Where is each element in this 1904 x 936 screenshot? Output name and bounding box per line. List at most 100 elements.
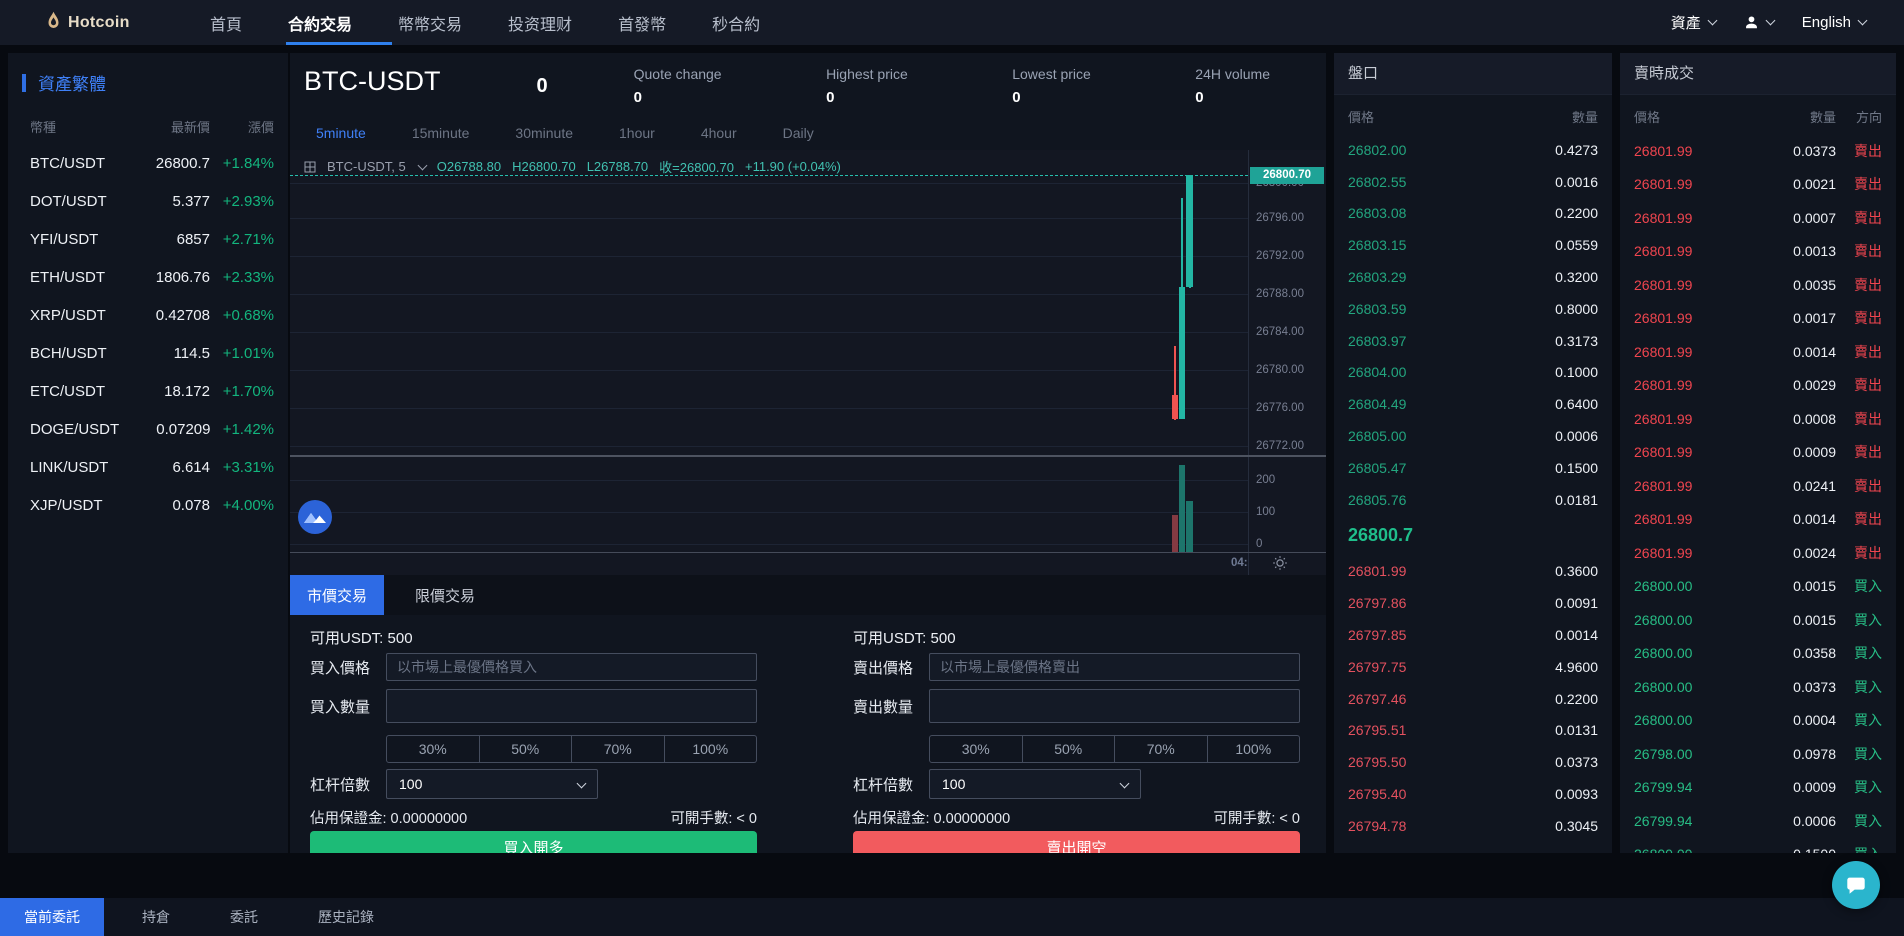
order-type-tab-0[interactable]: 市價交易 <box>290 575 384 615</box>
bid-price: 26795.51 <box>1348 722 1406 738</box>
trade-price: 26801.99 <box>1634 243 1744 259</box>
watchlist-row[interactable]: BTC/USDT26800.7+1.84% <box>8 144 288 182</box>
orderbook-ask-row[interactable]: 26804.490.6400 <box>1334 388 1612 420</box>
bottom-tab-1[interactable]: 持倉 <box>120 898 192 936</box>
sell-amount-input[interactable] <box>929 689 1300 723</box>
orderbook-ask-row[interactable]: 26803.290.3200 <box>1334 261 1612 293</box>
candlestick-chart[interactable]: BTC-USDT, 5 O26788.80 H26800.70 L26788.7… <box>290 150 1326 575</box>
timeframe-tab-30minute[interactable]: 30minute <box>515 125 573 153</box>
chat-support-button[interactable] <box>1832 861 1880 909</box>
trade-row: 26801.990.0014賣出 <box>1620 503 1896 537</box>
bottom-tab-2[interactable]: 委託 <box>208 898 280 936</box>
sell-price-input[interactable] <box>929 653 1300 681</box>
nav-item-0[interactable]: 首頁 <box>210 0 242 45</box>
sell-percent-30%[interactable]: 30% <box>929 735 1023 763</box>
buy-leverage-select[interactable]: 100 <box>386 769 598 799</box>
gridline <box>290 218 1248 219</box>
orderbook-bid-row[interactable]: 26797.754.9600 <box>1334 651 1612 683</box>
orderbook-ask-row[interactable]: 26805.000.0006 <box>1334 420 1612 452</box>
nav-item-4[interactable]: 首發幣 <box>618 0 666 45</box>
sell-percent-100%[interactable]: 100% <box>1208 735 1301 763</box>
trade-price: 26800.00 <box>1634 578 1744 594</box>
watchlist-row[interactable]: XRP/USDT0.42708+0.68% <box>8 296 288 334</box>
user-menu[interactable] <box>1744 15 1774 30</box>
chevron-down-icon <box>1707 16 1717 26</box>
sell-percent-70%[interactable]: 70% <box>1115 735 1208 763</box>
trade-price: 26800.00 <box>1634 712 1744 728</box>
orderbook-ask-row[interactable]: 26803.080.2200 <box>1334 198 1612 230</box>
buy-percent-30%[interactable]: 30% <box>386 735 480 763</box>
orderbook-bid-row[interactable]: 26795.510.0131 <box>1334 715 1612 747</box>
watchlist-row[interactable]: BCH/USDT114.5+1.01% <box>8 334 288 372</box>
nav-item-3[interactable]: 投资理财 <box>508 0 572 45</box>
watchlist-row[interactable]: DOGE/USDT0.07209+1.42% <box>8 410 288 448</box>
nav-item-1[interactable]: 合約交易 <box>288 0 352 45</box>
buy-submit-button[interactable]: 買入開多 <box>310 831 757 853</box>
timeframe-tab-1hour[interactable]: 1hour <box>619 125 655 153</box>
language-menu[interactable]: English <box>1802 14 1866 31</box>
orderbook-bid-row[interactable]: 26794.770.1500 <box>1334 842 1612 853</box>
timeframe-tab-5minute[interactable]: 5minute <box>316 125 366 153</box>
ohlc-symbol[interactable]: BTC-USDT, 5 <box>327 159 406 174</box>
buy-price-input[interactable] <box>386 653 757 681</box>
watchlist-row[interactable]: YFI/USDT6857+2.71% <box>8 220 288 258</box>
chart-settings-gear-icon[interactable] <box>1272 555 1288 575</box>
orderbook-ask-row[interactable]: 26802.000.4273 <box>1334 134 1612 166</box>
sell-percent-50%[interactable]: 50% <box>1023 735 1116 763</box>
orderbook-bid-row[interactable]: 26794.780.3045 <box>1334 810 1612 842</box>
pair-name: BCH/USDT <box>30 345 118 362</box>
bottom-tab-0[interactable]: 當前委託 <box>0 898 104 936</box>
timeframe-tab-Daily[interactable]: Daily <box>783 125 814 153</box>
pair-price: 26800.7 <box>118 155 210 172</box>
orderbook-bid-row[interactable]: 26801.990.3600 <box>1334 556 1612 588</box>
orderbook-ask-row[interactable]: 26805.760.0181 <box>1334 484 1612 516</box>
brand-logo[interactable]: Hotcoin <box>46 11 196 35</box>
sell-submit-button[interactable]: 賣出開空 <box>853 831 1300 853</box>
watchlist-row[interactable]: LINK/USDT6.614+3.31% <box>8 448 288 486</box>
orderbook-ask-row[interactable]: 26805.470.1500 <box>1334 452 1612 484</box>
timeframe-tab-4hour[interactable]: 4hour <box>701 125 737 153</box>
watchlist-row[interactable]: ETH/USDT1806.76+2.33% <box>8 258 288 296</box>
buy-percent-100%[interactable]: 100% <box>665 735 758 763</box>
pane-separator[interactable] <box>290 455 1326 457</box>
watchlist-row[interactable]: ETC/USDT18.172+1.70% <box>8 372 288 410</box>
watchlist-row[interactable]: DOT/USDT5.377+2.93% <box>8 182 288 220</box>
squared-plus-icon[interactable] <box>304 161 316 173</box>
hotcoin-flame-icon <box>46 11 61 35</box>
bottom-tab-3[interactable]: 歷史記錄 <box>296 898 396 936</box>
buy-percent-70%[interactable]: 70% <box>572 735 665 763</box>
ask-price: 26803.29 <box>1348 269 1406 285</box>
orderbook-ask-row[interactable]: 26803.590.8000 <box>1334 293 1612 325</box>
orderbook-ask-row[interactable]: 26802.550.0016 <box>1334 166 1612 198</box>
nav-item-5[interactable]: 秒合約 <box>712 0 760 45</box>
orderbook-bid-row[interactable]: 26797.460.2200 <box>1334 683 1612 715</box>
bid-quantity: 0.3045 <box>1555 818 1598 834</box>
orderbook-bid-row[interactable]: 26795.500.0373 <box>1334 746 1612 778</box>
orderbook-bid-row[interactable]: 26795.400.0093 <box>1334 778 1612 810</box>
ask-quantity: 0.0559 <box>1555 237 1598 253</box>
ohlc-close: 收=26800.70 <box>659 157 734 176</box>
sell-leverage-select[interactable]: 100 <box>929 769 1141 799</box>
pair-price: 18.172 <box>118 383 210 400</box>
tradingview-logo[interactable] <box>297 499 333 535</box>
assets-menu[interactable]: 資產 <box>1671 12 1716 33</box>
trade-side: 賣出 <box>1836 409 1882 429</box>
buy-margin-row: 佔用保證金: 0.00000000可開手數: < 0 <box>310 807 757 823</box>
orderbook-ask-row[interactable]: 26803.970.3173 <box>1334 325 1612 357</box>
watchlist-row[interactable]: XJP/USDT0.078+4.00% <box>8 486 288 524</box>
order-type-tab-1[interactable]: 限價交易 <box>398 575 492 615</box>
orderbook-rows: 26802.000.427326802.550.001626803.080.22… <box>1334 134 1612 853</box>
chevron-down-icon <box>1765 16 1775 26</box>
trade-price: 26801.99 <box>1634 545 1744 561</box>
bid-quantity: 0.1500 <box>1555 850 1598 853</box>
orderbook-ask-row[interactable]: 26804.000.1000 <box>1334 357 1612 389</box>
trade-row: 26799.940.0006買入 <box>1620 804 1896 838</box>
buy-percent-50%[interactable]: 50% <box>480 735 573 763</box>
orderbook-ask-row[interactable]: 26803.150.0559 <box>1334 229 1612 261</box>
chevron-down-icon[interactable] <box>417 161 427 171</box>
orderbook-bid-row[interactable]: 26797.860.0091 <box>1334 587 1612 619</box>
orderbook-bid-row[interactable]: 26797.850.0014 <box>1334 619 1612 651</box>
timeframe-tab-15minute[interactable]: 15minute <box>412 125 470 153</box>
nav-item-2[interactable]: 幣幣交易 <box>398 0 462 45</box>
buy-amount-input[interactable] <box>386 689 757 723</box>
